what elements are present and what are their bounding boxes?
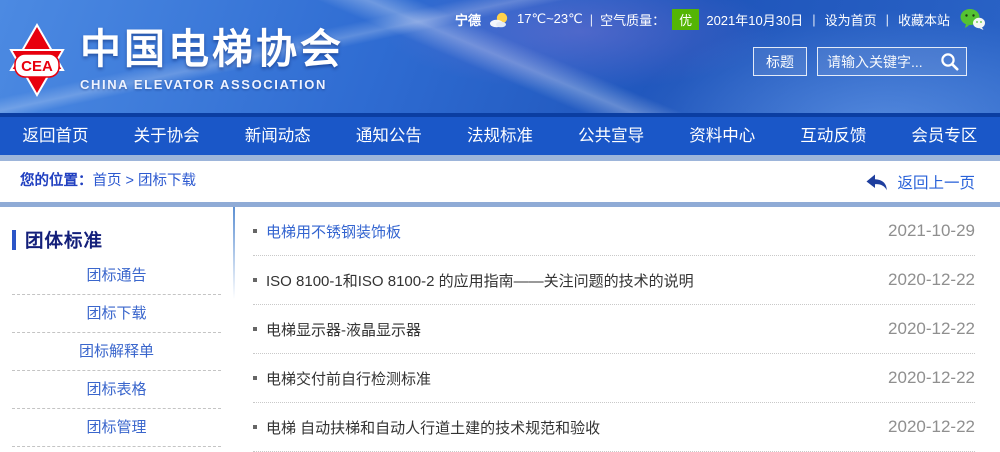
nav-item-members[interactable]: 会员专区 [889, 117, 1000, 155]
city-label: 宁德 [455, 10, 481, 29]
search-icon [940, 52, 959, 71]
sidebar: 团体标准 团标通告 团标下载 团标解释单 团标表格 团标管理 [0, 207, 233, 447]
date-label: 2021年10月30日 [706, 10, 803, 29]
logo-text: CEA [21, 58, 53, 75]
nav-item-about[interactable]: 关于协会 [111, 117, 222, 155]
breadcrumb-label: 您的位置： [20, 173, 93, 189]
nav-item-resources[interactable]: 资料中心 [667, 117, 778, 155]
breadcrumb-current[interactable]: 团标下载 [138, 173, 196, 189]
weather-group: 宁德 17℃~23℃ | 空气质量： 优 [455, 9, 699, 30]
air-quality-badge: 优 [672, 9, 699, 30]
breadcrumb: 您的位置：首页 > 团标下载 [20, 161, 196, 202]
list-item-link[interactable]: 电梯交付前自行检测标准 [266, 368, 868, 389]
list-item-link[interactable]: 电梯显示器-液晶显示器 [266, 319, 868, 340]
back-arrow-icon [865, 172, 889, 192]
bullet-icon [253, 376, 257, 380]
separator: | [590, 12, 593, 27]
nav-item-regulations[interactable]: 法规标准 [444, 117, 555, 155]
list-item-link[interactable]: 电梯用不锈钢装饰板 [266, 221, 868, 242]
list-item-link[interactable]: 电梯 自动扶梯和自动人行道土建的技术规范和验收 [266, 417, 868, 438]
list-item: 电梯 自动扶梯和自动人行道土建的技术规范和验收 2020-12-22 [253, 403, 975, 452]
set-home-link[interactable]: 设为首页 [825, 10, 877, 29]
site-title-block: 中国电梯协会 CHINA ELEVATOR ASSOCIATION [80, 28, 344, 91]
list-item-date: 2021-10-29 [888, 221, 975, 241]
back-to-previous-link[interactable]: 返回上一页 [865, 161, 975, 202]
bullet-icon [253, 278, 257, 282]
main-content: 团体标准 团标通告 团标下载 团标解释单 团标表格 团标管理 电梯用不锈钢装饰板… [0, 207, 1000, 452]
logo-block[interactable]: CEA 中国电梯协会 CHINA ELEVATOR ASSOCIATION [8, 22, 344, 98]
search-category-select[interactable]: 标题 [753, 47, 807, 76]
separator: | [886, 12, 889, 27]
list-item: ISO 8100-1和ISO 8100-2 的应用指南——关注问题的技术的说明 … [253, 256, 975, 305]
sidebar-title: 团体标准 [25, 227, 103, 253]
sidebar-item-forms[interactable]: 团标表格 [12, 371, 221, 409]
nav-item-home[interactable]: 返回首页 [0, 117, 111, 155]
bullet-icon [253, 425, 257, 429]
cea-logo-icon: CEA [8, 22, 66, 98]
list-item-date: 2020-12-22 [888, 319, 975, 339]
search-button[interactable] [938, 51, 960, 73]
favorite-link[interactable]: 收藏本站 [898, 10, 950, 29]
nav-item-publicity[interactable]: 公共宣导 [556, 117, 667, 155]
top-links-group: 2021年10月30日 | 设为首页 | 收藏本站 [706, 8, 986, 30]
list-item: 电梯交付前自行检测标准 2020-12-22 [253, 354, 975, 403]
nav-item-feedback[interactable]: 互动反馈 [778, 117, 889, 155]
list-item: 电梯用不锈钢装饰板 2021-10-29 [253, 207, 975, 256]
main-nav: 返回首页 关于协会 新闻动态 通知公告 法规标准 公共宣导 资料中心 互动反馈 … [0, 117, 1000, 155]
weather-icon [488, 11, 510, 28]
temperature-label: 17℃~23℃ [517, 11, 583, 27]
air-quality-label: 空气质量： [600, 10, 665, 29]
sidebar-item-notices[interactable]: 团标通告 [12, 257, 221, 295]
back-link-label: 返回上一页 [897, 171, 975, 193]
wechat-icon[interactable] [959, 8, 986, 30]
breadcrumb-home-link[interactable]: 首页 [93, 173, 122, 189]
search-input[interactable] [827, 54, 938, 70]
separator: | [812, 12, 815, 27]
site-subtitle: CHINA ELEVATOR ASSOCIATION [80, 77, 344, 92]
sidebar-item-downloads[interactable]: 团标下载 [12, 295, 221, 333]
nav-item-news[interactable]: 新闻动态 [222, 117, 333, 155]
sidebar-title-block: 团体标准 [12, 227, 233, 253]
site-header: 宁德 17℃~23℃ | 空气质量： 优 2021年10月30日 | 设为首页 … [0, 0, 1000, 113]
bullet-icon [253, 327, 257, 331]
list-item-link[interactable]: ISO 8100-1和ISO 8100-2 的应用指南——关注问题的技术的说明 [266, 270, 868, 291]
list-item-date: 2020-12-22 [888, 368, 975, 388]
site-title: 中国电梯协会 [80, 28, 344, 71]
search-box [817, 47, 967, 76]
sidebar-item-management[interactable]: 团标管理 [12, 409, 221, 447]
bullet-icon [253, 229, 257, 233]
nav-item-notice[interactable]: 通知公告 [333, 117, 444, 155]
list-item-date: 2020-12-22 [888, 417, 975, 437]
list-item-date: 2020-12-22 [888, 270, 975, 290]
breadcrumb-bar: 您的位置：首页 > 团标下载 返回上一页 [0, 161, 1000, 202]
standards-list: 电梯用不锈钢装饰板 2021-10-29 ISO 8100-1和ISO 8100… [233, 207, 1000, 452]
list-item: 电梯显示器-液晶显示器 2020-12-22 [253, 305, 975, 354]
sidebar-item-interpretations[interactable]: 团标解释单 [12, 333, 221, 371]
search-area: 标题 [753, 47, 967, 76]
breadcrumb-separator: > [122, 173, 139, 189]
sidebar-title-bar [12, 230, 16, 250]
